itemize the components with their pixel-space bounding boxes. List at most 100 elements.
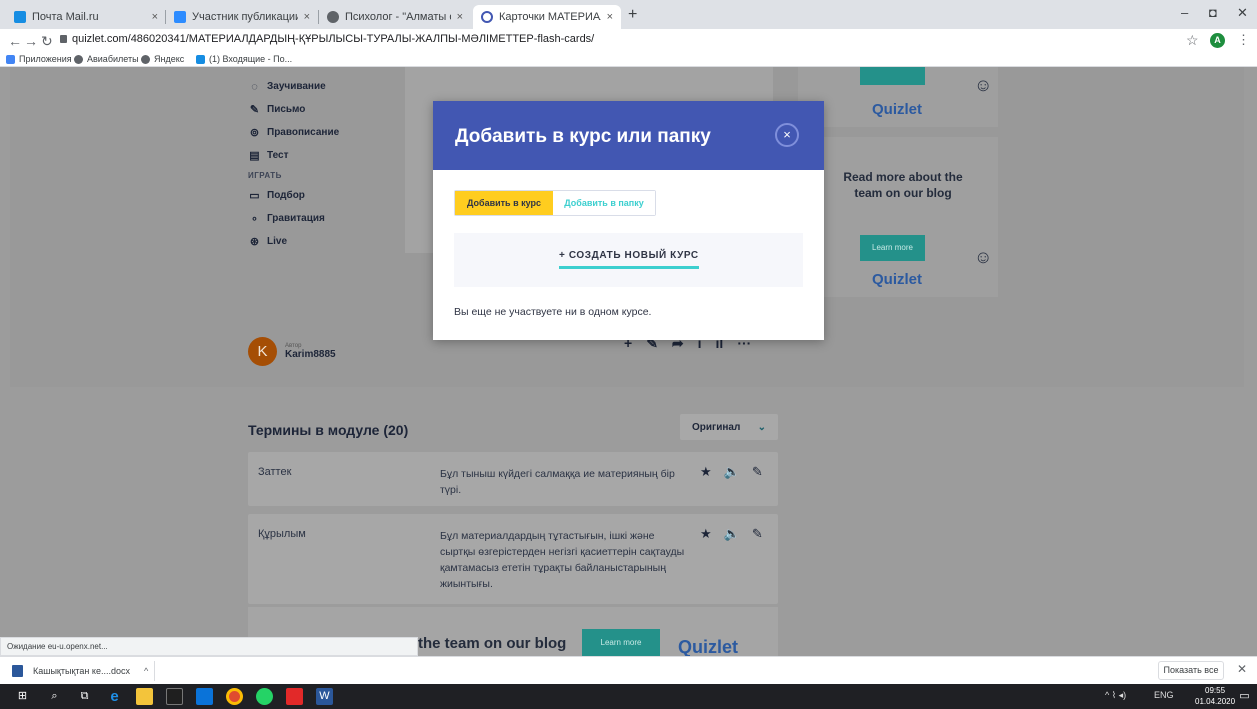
maximize-button[interactable]: ◘ — [1209, 5, 1217, 20]
learn-icon: ◌ — [251, 80, 258, 93]
ad-blog-text: Read more about the team on our blog — [843, 170, 963, 200]
author-info: Автор Karim8885 — [285, 343, 336, 360]
notifications-icon[interactable]: ▭ — [1236, 688, 1253, 705]
tab-add-to-course[interactable]: Добавить в курс — [455, 191, 553, 215]
chevron-up-icon[interactable]: ^ — [144, 666, 148, 676]
play-heading: ИГРАТЬ — [248, 171, 282, 180]
tab-zoom[interactable]: Участник публикации - Zoom × — [166, 5, 318, 29]
system-tray-icons[interactable]: ^ ⌇ ◂) — [1105, 690, 1126, 701]
profile-avatar[interactable]: A — [1210, 33, 1225, 48]
store-icon[interactable] — [166, 688, 183, 705]
search-icon[interactable]: ⌕ — [46, 688, 63, 705]
play-mode-gravity[interactable]: ∘ Гравитация — [248, 207, 339, 230]
url-field[interactable]: quizlet.com/486020341/МАТЕРИАЛДАРДЫҢ-ҚҰР… — [72, 33, 594, 45]
create-course-area: + СОЗДАТЬ НОВЫЙ КУРС — [454, 233, 803, 287]
term-tools: ★ 🔈 ✎ — [700, 464, 763, 480]
study-mode-menu: ◌ Заучивание ✎ Письмо ⊚ Правописание ▤ Т… — [248, 75, 339, 253]
clock[interactable]: 09:55 01.04.2020 — [1195, 685, 1235, 707]
audio-icon[interactable]: 🔈 — [724, 526, 740, 542]
tab-mail[interactable]: Почта Mail.ru × — [6, 5, 166, 29]
back-icon[interactable]: ← — [8, 33, 22, 49]
download-item[interactable]: Кашықтықтан ке....docx ^ — [12, 665, 148, 677]
star-icon[interactable]: ★ — [700, 526, 712, 542]
globe-icon — [141, 54, 150, 64]
star-icon[interactable]: ★ — [700, 464, 712, 480]
edit-icon[interactable]: ✎ — [752, 526, 763, 542]
dialog-title: Добавить в курс или папку — [455, 126, 711, 147]
window-close-button[interactable]: ✕ — [1237, 5, 1248, 21]
mail-app-icon[interactable] — [196, 688, 213, 705]
audio-icon[interactable]: 🔈 — [724, 464, 740, 480]
tab-quizlet[interactable]: Карточки МАТЕРИАЛДАРДЫН × — [473, 5, 621, 29]
study-mode-test[interactable]: ▤ Тест — [248, 144, 339, 167]
browser-menu-icon[interactable]: ⋮ — [1237, 32, 1250, 48]
ad-bottom-text: the team on our blog — [418, 635, 567, 652]
chevron-down-icon: ⌄ — [757, 421, 766, 433]
reload-icon[interactable]: ↻ — [41, 33, 53, 50]
word-file-icon — [12, 665, 23, 677]
author-block[interactable]: K Автор Karim8885 — [248, 337, 336, 366]
file-explorer-icon[interactable] — [136, 688, 153, 705]
globe-icon — [327, 11, 339, 23]
close-icon[interactable]: × — [607, 11, 613, 23]
bookmark-flights[interactable]: Авиабилеты — [74, 54, 139, 64]
advertisement: Quizlet ☺ Read more about the team on ou… — [798, 67, 998, 307]
quizlet-logo: Quizlet — [872, 101, 923, 118]
study-mode-spell[interactable]: ⊚ Правописание — [248, 121, 339, 144]
empty-course-note: Вы еще не участвуете ни в одном курсе. — [454, 306, 652, 318]
close-icon[interactable]: × — [304, 11, 310, 23]
dialog-tabs: Добавить в курс Добавить в папку — [454, 190, 656, 216]
apps-grid-icon — [6, 54, 15, 64]
new-tab-button[interactable]: + — [628, 6, 637, 24]
tab-add-to-folder[interactable]: Добавить в папку — [553, 191, 655, 215]
play-mode-match[interactable]: ▭ Подбор — [248, 184, 339, 207]
mail-icon — [14, 11, 26, 23]
bookmark-star-icon[interactable]: ☆ — [1186, 32, 1199, 49]
downloads-bar: Кашықтықтан ке....docx ^ Показать все ✕ — [0, 656, 1257, 684]
bookmark-yandex[interactable]: Яндекс — [141, 54, 184, 64]
bookmark-apps[interactable]: Приложения — [6, 54, 72, 64]
divider — [154, 661, 155, 681]
edit-icon[interactable]: ✎ — [752, 464, 763, 480]
term-word: Құрылым — [258, 528, 306, 540]
windows-start-icon[interactable]: ⊞ — [14, 688, 31, 705]
yandex-browser-icon[interactable] — [286, 688, 303, 705]
task-view-icon[interactable]: ⧉ — [76, 688, 93, 705]
globe-icon — [74, 54, 83, 64]
windows-taskbar: ⊞ ⌕ ⧉ e W ^ ⌇ ◂) ENG 09:55 01.04.2020 ▭ — [0, 684, 1257, 709]
tab-psychologist[interactable]: Психолог - "Алматы облысты × — [319, 5, 471, 29]
study-mode-write[interactable]: ✎ Письмо — [248, 98, 339, 121]
close-icon[interactable]: × — [457, 11, 463, 23]
term-word: Заттек — [258, 466, 292, 478]
close-icon[interactable]: × — [152, 11, 158, 23]
term-row: Заттек Бұл тыныш күйдегі салмаққа ие мат… — [248, 452, 778, 506]
language-indicator[interactable]: ENG — [1154, 690, 1174, 700]
forward-icon[interactable]: → — [24, 33, 38, 49]
term-definition: Бұл тыныш күйдегі салмаққа ие материяның… — [440, 468, 675, 496]
chrome-icon[interactable] — [226, 688, 243, 705]
spell-icon: ⊚ — [249, 127, 260, 139]
study-mode-learn[interactable]: ◌ Заучивание — [248, 75, 339, 98]
whatsapp-icon[interactable] — [256, 688, 273, 705]
sort-dropdown[interactable]: Оригинал ⌄ — [680, 414, 778, 440]
terms-heading: Термины в модуле (20) — [248, 422, 409, 438]
match-icon: ▭ — [249, 190, 260, 202]
bookmarks-bar: Приложения Авиабилеты Яндекс (1) Входящи… — [0, 53, 1257, 67]
word-icon[interactable]: W — [316, 688, 333, 705]
minimize-button[interactable]: – — [1181, 5, 1188, 20]
ad-learn-more-button[interactable] — [860, 67, 925, 85]
term-definition: Бұл материалдардың тұтастығын, ішкі және… — [440, 530, 685, 590]
ad-learn-more-button[interactable]: Learn more — [860, 235, 925, 261]
browser-tab-bar: Почта Mail.ru × Участник публикации - Zo… — [0, 0, 1257, 29]
edge-icon[interactable]: e — [106, 688, 123, 705]
close-icon[interactable]: × — [775, 123, 799, 147]
bookmark-inbox[interactable]: (1) Входящие - По... — [196, 54, 292, 64]
quizlet-logo: Quizlet — [678, 637, 739, 656]
show-all-button[interactable]: Показать все — [1158, 661, 1224, 680]
lock-icon — [60, 35, 67, 43]
close-icon[interactable]: ✕ — [1237, 662, 1247, 676]
play-mode-live[interactable]: ⊛ Live — [248, 230, 339, 253]
create-course-button[interactable]: + СОЗДАТЬ НОВЫЙ КУРС — [559, 250, 699, 261]
mail-icon — [196, 54, 205, 64]
ad-learn-more-button[interactable]: Learn more — [582, 629, 660, 656]
